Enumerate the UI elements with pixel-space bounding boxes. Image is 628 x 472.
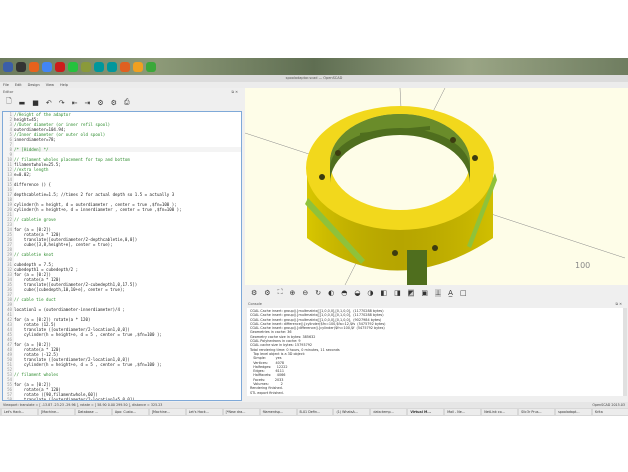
code-text: difference () { bbox=[14, 182, 51, 187]
taskbar-item[interactable]: Let's Hack... bbox=[186, 409, 222, 415]
taskbar-item[interactable]: Krita bbox=[593, 409, 628, 415]
taskbar-item[interactable]: spooladapt... bbox=[556, 409, 591, 415]
firefox-icon[interactable] bbox=[29, 61, 39, 72]
slicer-icon[interactable] bbox=[120, 61, 130, 72]
render-icon[interactable]: ⚙ bbox=[111, 99, 117, 107]
preview-icon[interactable]: ⚙ bbox=[251, 289, 257, 297]
desktop: spooladaptor.scad — OpenSCAD File Edit D… bbox=[0, 58, 628, 416]
view-bottom-icon[interactable]: ◒ bbox=[354, 289, 360, 297]
view-left-icon[interactable]: ◑ bbox=[367, 289, 373, 297]
calc-icon[interactable] bbox=[146, 61, 156, 72]
orthogonal-icon[interactable]: ▣ bbox=[421, 289, 428, 297]
preview-icon[interactable]: ⚙ bbox=[97, 99, 103, 107]
view-all-icon[interactable]: ⛶ bbox=[278, 288, 283, 297]
taskbar-item[interactable]: B-01 Defin... bbox=[297, 409, 333, 415]
view-back-icon[interactable]: ◨ bbox=[394, 289, 401, 297]
taskbar-item[interactable]: data:temp... bbox=[371, 409, 407, 415]
export-stl-icon[interactable]: ⎙ bbox=[124, 98, 130, 107]
render-icon[interactable]: ⚙ bbox=[264, 289, 270, 297]
reset-view-icon[interactable]: ↻ bbox=[315, 289, 321, 297]
arduino-icon[interactable] bbox=[107, 61, 117, 72]
show-axes-icon[interactable]: ⊥ bbox=[435, 288, 442, 297]
code-line: 58 translate ([outerdiameter/2-location1… bbox=[3, 397, 241, 401]
code-text: cube([cubedepth,10,10+e], center = true)… bbox=[14, 287, 125, 292]
indent-icon[interactable]: ⇥ bbox=[85, 99, 91, 107]
editor-label: Editor bbox=[3, 90, 14, 94]
zoom-in-icon[interactable]: ⊕ bbox=[289, 289, 295, 297]
console-output: CGAL Cache insert: group(){multmatrix([[… bbox=[247, 308, 623, 396]
code-text: cylinder(h = height+e, d = innerdiameter… bbox=[14, 207, 182, 212]
view-top-icon[interactable]: ◓ bbox=[341, 289, 347, 297]
code-text: /* [Hidden] */ bbox=[14, 147, 49, 152]
redo-icon[interactable]: ↷ bbox=[59, 99, 65, 107]
console-line: STL export finished. bbox=[250, 390, 284, 395]
taskbar-item[interactable]: [*New dra... bbox=[223, 409, 259, 415]
show-edges-icon[interactable]: □ bbox=[460, 289, 467, 297]
code-text: translate ([outerdiameter/2-location1+5,… bbox=[14, 397, 135, 401]
viewport-toolbar: ⚙ ⚙ ⛶ ⊕ ⊖ ↻ ◐ ◓ ◒ ◑ ◧ ◨ ◩ ▣ ⊥ A̲ □ bbox=[245, 285, 628, 300]
code-text: // cabletie knot bbox=[14, 252, 54, 257]
editor-panel: Editor ⧉ ✕ 🗋 ▬ ■ ↶ ↷ ⇤ ⇥ ⚙ ⚙ ⎙ 1//Height … bbox=[0, 88, 244, 402]
taskbar-item[interactable]: (1) WhatsA... bbox=[334, 409, 370, 415]
console-scrollbar[interactable] bbox=[623, 308, 627, 396]
unindent-icon[interactable]: ⇤ bbox=[72, 99, 78, 107]
bottom-taskbar: Let's Hack... [Machine... Database ... Apo:… bbox=[0, 408, 628, 416]
taskbar-item[interactable]: Let's Hack... bbox=[2, 409, 37, 415]
code-text: depthcabletie=1.5; //times 2 for actual … bbox=[14, 192, 175, 197]
opera-icon[interactable] bbox=[55, 61, 65, 72]
code-text: // filament wholes bbox=[14, 372, 59, 377]
code-editor[interactable]: 1//Height of the adaptor 2 height=45; 3//Ou… bbox=[2, 111, 242, 401]
console-label: Console ⧉ ✕ bbox=[248, 300, 622, 308]
undo-icon[interactable]: ↶ bbox=[46, 99, 52, 107]
taskbar-item[interactable]: Slic3r Prus... bbox=[519, 409, 555, 415]
taskbar-item[interactable]: Virtual M... bbox=[408, 409, 444, 415]
terminal-icon[interactable] bbox=[16, 61, 26, 72]
taskbar-item[interactable]: [Machine... bbox=[149, 409, 185, 415]
view-front-icon[interactable]: ◧ bbox=[381, 289, 388, 297]
code-text: cube([3,8,height+e], center = true); bbox=[14, 242, 113, 247]
perspective-icon[interactable]: ◩ bbox=[407, 288, 415, 297]
axis-scale-label: 100 bbox=[575, 261, 590, 270]
show-scale-icon[interactable]: A̲ bbox=[448, 289, 453, 297]
save-icon[interactable]: ■ bbox=[32, 99, 39, 107]
new-icon[interactable]: 🗋 bbox=[6, 97, 12, 108]
code-text: innerdiameter=78; bbox=[14, 137, 56, 142]
code-text: location1 = (outerdiameter-innerdiameter… bbox=[14, 307, 125, 312]
line-number: 58 bbox=[3, 397, 14, 400]
zoom-out-icon[interactable]: ⊖ bbox=[302, 289, 308, 297]
close-icon[interactable]: ⧉ ✕ bbox=[231, 88, 238, 96]
taskbar-item[interactable]: Apo: Custo... bbox=[112, 409, 148, 415]
view-right-icon[interactable]: ◐ bbox=[328, 289, 334, 297]
spool-adapter-model bbox=[305, 106, 497, 305]
taskbar-item[interactable]: [Machine... bbox=[38, 409, 74, 415]
chrome-icon[interactable] bbox=[42, 61, 52, 72]
code-text: // cabletie grove bbox=[14, 217, 56, 222]
code-text: // cable tie duct bbox=[14, 297, 56, 302]
code-text: e=0.02; bbox=[14, 172, 32, 177]
whatsapp-icon[interactable] bbox=[68, 61, 78, 72]
app-launcher-icon[interactable] bbox=[3, 61, 13, 72]
arduino-icon[interactable] bbox=[94, 61, 104, 72]
open-icon[interactable]: ▬ bbox=[19, 99, 26, 107]
inkscape-icon[interactable] bbox=[81, 61, 91, 72]
code-text: cylinder(h = height+e, d = 5 , center = … bbox=[14, 332, 162, 337]
taskbar-item[interactable]: Database ... bbox=[75, 409, 111, 415]
window-title: spooladaptor.scad — OpenSCAD bbox=[0, 75, 628, 82]
taskbar-item[interactable]: NetLink co... bbox=[482, 409, 518, 415]
3d-viewport[interactable]: 100 bbox=[244, 87, 628, 305]
blender-icon[interactable] bbox=[133, 61, 143, 72]
taskbar-item[interactable]: Mail - Ne... bbox=[445, 409, 481, 415]
top-panel bbox=[0, 58, 628, 75]
taskbar-item[interactable]: filamentsp... bbox=[260, 409, 296, 415]
viewport-status: Viewport: translate = [ -13.87 -23.23 -2… bbox=[3, 403, 163, 407]
close-icon[interactable]: ⧉ ✕ bbox=[615, 300, 622, 308]
editor-toolbar: 🗋 ▬ ■ ↶ ↷ ⇤ ⇥ ⚙ ⚙ ⎙ bbox=[0, 96, 244, 109]
code-text: cylinder(h = height+e, d = 5 , center = … bbox=[14, 362, 162, 367]
